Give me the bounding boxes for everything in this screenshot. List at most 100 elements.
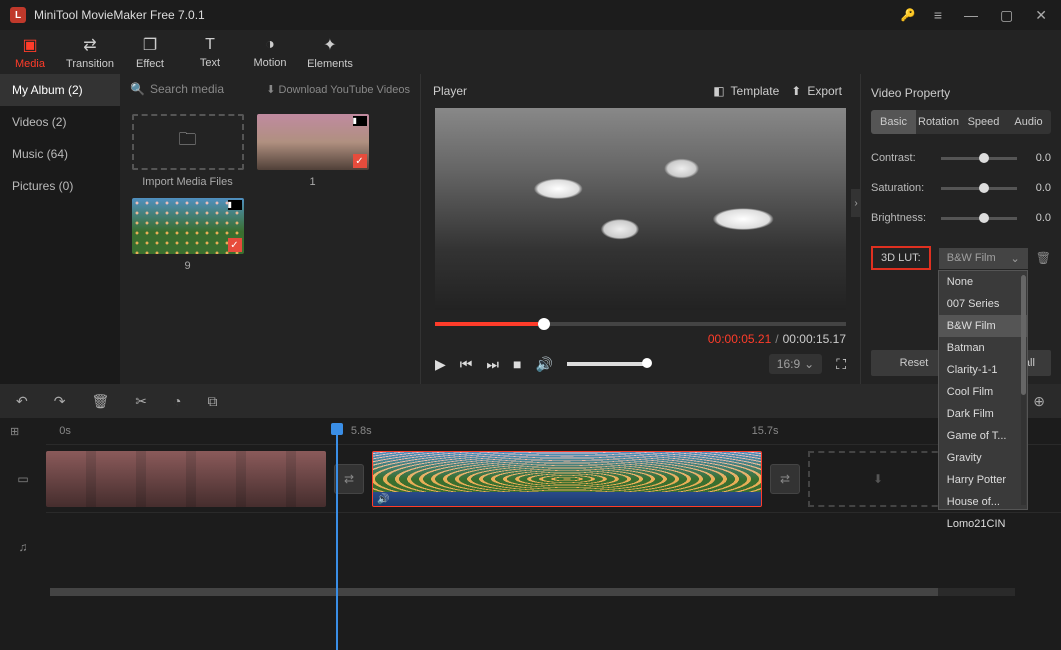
export-label: Export — [807, 84, 842, 98]
crop-button[interactable]: ⧉ — [207, 393, 217, 410]
tab-motion[interactable]: ◑ Motion — [240, 30, 300, 74]
lut-option[interactable]: House of... — [939, 491, 1027, 513]
search-placeholder: Search media — [150, 82, 224, 96]
media-item-2[interactable]: ▮ ✓ 9 — [130, 198, 245, 272]
add-track-icon[interactable]: ⊞ — [10, 425, 19, 438]
lut-option[interactable]: Clarity-1-1 — [939, 359, 1027, 381]
folder-icon: ▣ — [22, 35, 37, 55]
lut-option[interactable]: Batman — [939, 337, 1027, 359]
video-track-icon: ▭ — [10, 445, 36, 513]
audio-track: ♫ — [46, 512, 1061, 580]
transition-slot[interactable]: ⇄ — [334, 464, 364, 494]
menu-icon[interactable]: ≡ — [930, 7, 946, 23]
speaker-icon: 🔊 — [377, 494, 389, 505]
import-media-button[interactable]: 🗀 Import Media Files — [130, 114, 245, 188]
maximize-button[interactable]: ▢ — [996, 7, 1017, 24]
trash-icon[interactable]: 🗑 — [1036, 251, 1051, 265]
check-icon: ✓ — [228, 238, 242, 252]
timeline-clip-2[interactable]: 🔊 — [372, 451, 762, 507]
media-item-2-label: 9 — [184, 260, 190, 272]
player-title: Player — [433, 84, 707, 98]
dropdown-scrollbar[interactable] — [1021, 275, 1026, 505]
lut-option[interactable]: Game of T... — [939, 425, 1027, 447]
undo-button[interactable]: ↶ — [16, 393, 28, 410]
media-item-1[interactable]: ▮ ✓ 1 — [255, 114, 370, 188]
lut-option[interactable]: B&W Film — [939, 315, 1027, 337]
minimize-button[interactable]: — — [960, 7, 982, 23]
timeline-scrollbar[interactable] — [50, 588, 1015, 596]
time-marker: 5.8s — [351, 425, 372, 437]
tab-elements-label: Elements — [307, 58, 353, 70]
export-icon: ⬆ — [791, 84, 801, 98]
lut-option[interactable]: Lomo21CIN — [939, 513, 1027, 535]
transition-slot[interactable]: ⇄ — [770, 464, 800, 494]
edit-toolbar: ↶ ↷ 🗑 ✂ ◔ ⧉ ⫴ ⊖ ⊕ — [0, 384, 1061, 418]
lut-option[interactable]: 007 Series — [939, 293, 1027, 315]
timeline-clip-1[interactable] — [46, 451, 326, 507]
volume-slider[interactable] — [567, 362, 647, 366]
seek-bar[interactable] — [435, 322, 846, 326]
brightness-slider[interactable] — [941, 217, 1017, 220]
zoom-in-button[interactable]: ⊕ — [1033, 393, 1045, 410]
export-button[interactable]: ⬆ Export — [785, 84, 848, 98]
close-button[interactable]: ✕ — [1031, 7, 1051, 24]
prop-tab-audio[interactable]: Audio — [1006, 110, 1051, 134]
playhead[interactable] — [336, 424, 338, 650]
tab-effect-label: Effect — [136, 58, 164, 70]
current-time: 00:00:05.21 — [708, 332, 771, 346]
prop-tab-speed[interactable]: Speed — [961, 110, 1006, 134]
key-icon[interactable]: 🔑 — [901, 8, 916, 22]
transition-icon: ⇄ — [83, 35, 96, 55]
tool-tabs: ▣ Media ⇄ Transition ❐ Effect T Text ◑ M… — [0, 30, 1061, 74]
sidebar-item-pictures[interactable]: Pictures (0) — [0, 170, 120, 202]
template-button[interactable]: ◧ Template — [707, 84, 785, 98]
prev-frame-button[interactable]: ⏮ — [460, 356, 473, 373]
aspect-ratio-select[interactable]: 16:9 ⌄ — [769, 354, 822, 374]
stop-button[interactable]: ■ — [513, 356, 521, 372]
app-title: MiniTool MovieMaker Free 7.0.1 — [34, 8, 901, 22]
redo-button[interactable]: ↷ — [54, 393, 66, 410]
time-sep: / — [775, 332, 778, 346]
tab-elements[interactable]: ✦ Elements — [300, 30, 360, 74]
brightness-label: Brightness: — [871, 212, 933, 224]
next-frame-button[interactable]: ⏭ — [486, 356, 499, 373]
sidebar-item-videos[interactable]: Videos (2) — [0, 106, 120, 138]
download-youtube-link[interactable]: ⬇ Download YouTube Videos — [266, 83, 410, 96]
sidebar-item-album[interactable]: My Album (2) — [0, 74, 120, 106]
speed-button[interactable]: ◔ — [173, 393, 181, 409]
lut-option[interactable]: None — [939, 271, 1027, 293]
prop-tab-basic[interactable]: Basic — [871, 110, 916, 134]
clip-drop-slot[interactable]: ⬇ — [808, 451, 948, 507]
saturation-slider[interactable] — [941, 187, 1017, 190]
template-label: Template — [731, 84, 780, 98]
lut-option[interactable]: Cool Film — [939, 381, 1027, 403]
lut-option[interactable]: Dark Film — [939, 403, 1027, 425]
motion-icon: ◑ — [265, 36, 275, 54]
fullscreen-button[interactable]: ⛶ — [836, 356, 846, 373]
split-button[interactable]: ✂ — [135, 393, 147, 410]
media-item-1-label: 1 — [309, 176, 315, 188]
tab-transition-label: Transition — [66, 58, 114, 70]
saturation-value: 0.0 — [1025, 182, 1051, 194]
search-input[interactable]: 🔍 Search media — [130, 82, 258, 96]
media-browser: 🔍 Search media ⬇ Download YouTube Videos… — [120, 74, 420, 384]
tab-text[interactable]: T Text — [180, 30, 240, 74]
lut-option[interactable]: Harry Potter — [939, 469, 1027, 491]
contrast-slider[interactable] — [941, 157, 1017, 160]
tab-motion-label: Motion — [253, 57, 286, 69]
tab-effect[interactable]: ❐ Effect — [120, 30, 180, 74]
collapse-panel-button[interactable]: › — [851, 189, 861, 217]
text-icon: T — [205, 36, 215, 54]
lut-select[interactable]: B&W Film ⌄ None 007 Series B&W Film Batm… — [939, 248, 1028, 269]
saturation-label: Saturation: — [871, 182, 933, 194]
app-logo-icon: L — [10, 7, 26, 23]
sidebar-item-music[interactable]: Music (64) — [0, 138, 120, 170]
prop-tab-rotation[interactable]: Rotation — [916, 110, 961, 134]
play-button[interactable]: ▶ — [435, 356, 446, 373]
tab-media[interactable]: ▣ Media — [0, 30, 60, 74]
delete-button[interactable]: 🗑 — [91, 393, 109, 410]
lut-option[interactable]: Gravity — [939, 447, 1027, 469]
tab-transition[interactable]: ⇄ Transition — [60, 30, 120, 74]
volume-icon[interactable]: 🔊 — [535, 356, 552, 373]
template-icon: ◧ — [713, 84, 724, 98]
